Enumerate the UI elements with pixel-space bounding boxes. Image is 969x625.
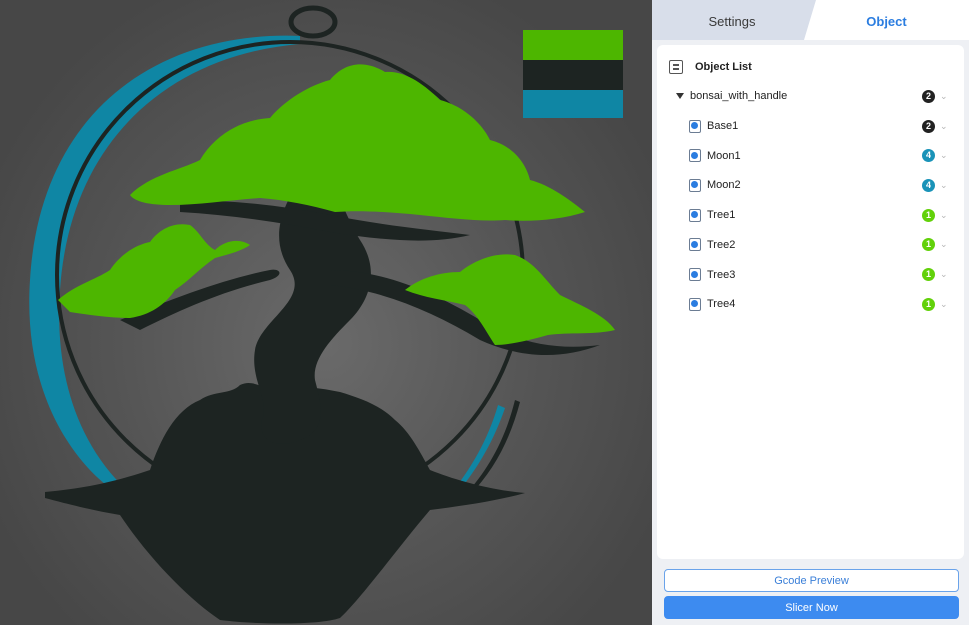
tree1-canopy [130,64,585,221]
handle-loop [288,5,338,39]
expand-triangle-icon[interactable] [676,93,684,99]
object-label: Tree4 [707,298,736,311]
object-part-icon [689,238,701,252]
object-row-base1[interactable]: Base1 2 ⌄ [657,114,964,138]
gcode-preview-button[interactable]: Gcode Preview [664,569,959,592]
chevron-down-icon[interactable]: ⌄ [940,121,948,132]
object-row-tree1[interactable]: Tree1 1 ⌄ [657,203,964,227]
object-label: Tree1 [707,209,736,222]
object-part-icon [689,149,701,163]
color-swatch-black [523,60,623,90]
filament-badge[interactable]: 1 [922,297,935,311]
moon-streak-dark [465,400,520,495]
filament-badge[interactable]: 1 [922,208,935,222]
object-row-tree2[interactable]: Tree2 1 ⌄ [657,233,964,257]
tree2-canopy [58,224,250,318]
object-label: Base1 [707,120,739,132]
object-row-tree3[interactable]: Tree3 1 ⌄ [657,263,964,287]
3d-viewport[interactable] [0,0,652,625]
object-label: bonsai_with_handle [690,90,788,102]
color-swatch-green [523,30,623,60]
chevron-down-icon[interactable]: ⌄ [940,239,948,250]
chevron-down-icon[interactable]: ⌄ [940,210,948,221]
filament-badge[interactable]: 1 [922,238,935,252]
color-swatch-teal [523,90,623,118]
slicer-now-button[interactable]: Slicer Now [664,596,959,619]
object-part-icon [689,119,701,133]
object-part-icon [689,268,701,281]
tab-object[interactable]: Object [804,0,969,40]
filament-badge[interactable]: 4 [922,178,935,192]
object-list-header: Object List [669,57,752,77]
object-row-moon1[interactable]: Moon1 4 ⌄ [657,144,964,168]
object-part-icon [689,297,701,311]
tab-settings[interactable]: Settings [652,0,812,40]
filament-badge[interactable]: 2 [922,89,935,103]
object-row-root[interactable]: bonsai_with_handle 2 ⌄ [657,84,964,108]
chevron-down-icon[interactable]: ⌄ [940,150,948,161]
object-label: Tree3 [707,268,736,281]
chevron-down-icon[interactable]: ⌄ [940,180,948,191]
filament-badge[interactable]: 4 [922,149,935,163]
object-label: Tree2 [707,238,736,251]
filament-badge[interactable]: 1 [922,268,935,281]
object-row-moon2[interactable]: Moon2 4 ⌄ [657,173,964,197]
object-list-title: Object List [695,61,752,73]
object-label: Moon1 [707,149,741,162]
object-list-card: Object List bonsai_with_handle 2 ⌄ Base1… [657,45,964,559]
object-row-tree4[interactable]: Tree4 1 ⌄ [657,292,964,316]
filament-badge[interactable]: 2 [922,119,935,133]
chevron-down-icon[interactable]: ⌄ [940,299,948,310]
chevron-down-icon[interactable]: ⌄ [940,269,948,280]
object-label: Moon2 [707,179,741,192]
side-panel: Settings Object Object List bonsai_with_… [652,0,969,625]
list-icon [669,60,683,74]
model-render [29,5,623,624]
chevron-down-icon[interactable]: ⌄ [940,91,948,102]
object-part-icon [689,178,701,192]
panel-tabs: Settings Object [652,0,969,40]
object-part-icon [689,208,701,222]
